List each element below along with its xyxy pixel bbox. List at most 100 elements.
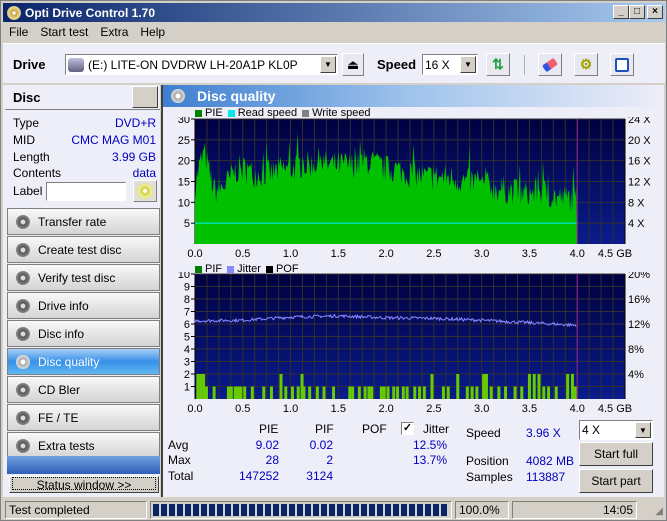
y-tick-label: 7 [184,307,190,319]
x-tick-label: 2.5 [426,248,441,260]
disc-label-button[interactable] [133,180,157,202]
progress-block [393,504,399,516]
max-pie-value: 28 [265,453,279,467]
status-window-button[interactable]: Status window >> [9,476,159,493]
col-pof-header: POF [362,422,387,436]
nav-item-fe-te[interactable]: FE / TE [7,404,160,431]
y-tick-label: 10 [178,272,190,281]
nav-item-disc-quality[interactable]: Disc quality [7,348,160,375]
x-tick-label: 1.5 [331,403,346,415]
status-bar: Test completed 100.0% 14:05 ◢ [3,500,665,520]
chevron-down-icon[interactable]: ▼ [320,56,336,73]
pif-bar [348,386,352,399]
pif-bar [296,386,300,399]
nav-item-drive-info[interactable]: Drive info [7,292,160,319]
pif-bar [204,386,208,399]
settings-icon: ⚙ [579,56,593,72]
nav-item-cd-bler[interactable]: CD Bler [7,376,160,403]
nav-item-create-test-disc[interactable]: Create test disc [7,236,160,263]
disc-label-input[interactable] [46,182,126,201]
progress-block [257,504,263,516]
progress-block [297,504,303,516]
close-button[interactable]: × [647,5,663,19]
nav-item-verify-test-disc[interactable]: Verify test disc [7,264,160,291]
pif-bar [284,386,288,399]
nav-footer [7,456,160,474]
menu-extra[interactable]: Extra [94,25,134,39]
eject-button[interactable]: ⏏ [342,53,364,76]
progress-block [305,504,311,516]
start-full-button[interactable]: Start full [579,442,653,466]
save-button[interactable] [610,53,634,76]
eject-icon: ⏏ [346,56,360,72]
nav-item-disc-info[interactable]: Disc info [7,320,160,347]
y2-tick-label: 16% [628,294,650,306]
toolbar: Drive (E:) LITE-ON DVDRW LH-20A1P KL0P ▼… [3,43,665,83]
test-speed-select[interactable]: 4 X ▼ [579,420,653,440]
refresh-button[interactable]: ⇅ [486,53,510,76]
progress-block [193,504,199,516]
pif-bar [554,386,558,399]
pif-bar [392,386,396,399]
menu-file[interactable]: File [3,25,34,39]
nav-item-transfer-rate[interactable]: Transfer rate [7,208,160,235]
pif-bar [513,386,517,399]
progress-block [385,504,391,516]
nav-disc-icon [16,438,30,453]
x-tick-label: 4.5 GB [598,248,632,260]
progress-block [201,504,207,516]
y2-tick-label: 8% [628,344,644,356]
col-pif-header: PIF [315,422,334,436]
menu-start-test[interactable]: Start test [34,25,94,39]
progress-block [321,504,327,516]
pif-bar [229,386,233,399]
progress-block [225,504,231,516]
pif-bar [418,386,422,399]
panel-title: Disc quality [197,88,276,104]
nav-item-extra-tests[interactable]: Extra tests [7,432,160,459]
x-tick-label: 4.0 [570,248,585,260]
disc-icon [137,183,153,199]
pif-bar [475,386,479,399]
pif-bar [566,374,570,399]
pif-bar [367,386,371,399]
y-tick-label: 2 [184,369,190,381]
menu-help[interactable]: Help [134,25,171,39]
nav-disc-icon [16,354,30,369]
progress-block [169,504,175,516]
x-tick-label: 0.5 [235,248,250,260]
disc-contents-label: Contents [13,166,62,180]
pif-bar [379,386,383,399]
chevron-down-icon[interactable]: ▼ [635,422,651,438]
maximize-button[interactable]: □ [629,5,645,19]
pif-bar [482,374,486,399]
y2-tick-label: 12 X [628,177,651,189]
x-tick-label: 4.5 GB [598,403,632,415]
disc-mid-value: CMC MAG M01 [71,133,156,147]
y-tick-label: 6 [184,319,190,331]
erase-button[interactable] [538,53,562,76]
disc-panel-toggle-button[interactable] [132,86,158,108]
y2-tick-label: 20 X [628,135,651,147]
resize-grip-icon[interactable]: ◢ [655,506,663,517]
pif-bar [527,374,531,399]
total-label: Total [168,469,194,483]
progress-block [409,504,415,516]
x-tick-label: 1.0 [283,403,298,415]
pif-bar [239,386,243,399]
x-tick-label: 0.0 [187,403,202,415]
disc-length-value: 3.99 GB [111,150,156,164]
pif-bar [250,386,254,399]
pif-bar [446,386,450,399]
start-part-button[interactable]: Start part [579,469,653,493]
settings-button[interactable]: ⚙ [574,53,598,76]
chevron-down-icon[interactable]: ▼ [460,56,476,73]
progress-block [417,504,423,516]
speed-select[interactable]: 16 X ▼ [422,54,478,75]
minimize-button[interactable]: _ [613,5,629,19]
pif-jitter-chart: 12345678910 4% 8% 12% 16% 20% 0.0 0.5 1.0 1.5 2.0 2… [178,272,650,415]
progress-percent: 100.0% [455,501,509,519]
drive-select[interactable]: (E:) LITE-ON DVDRW LH-20A1P KL0P ▼ [65,54,338,75]
pif-bar [441,386,445,399]
jitter-checkbox[interactable]: ✓ [401,422,414,435]
